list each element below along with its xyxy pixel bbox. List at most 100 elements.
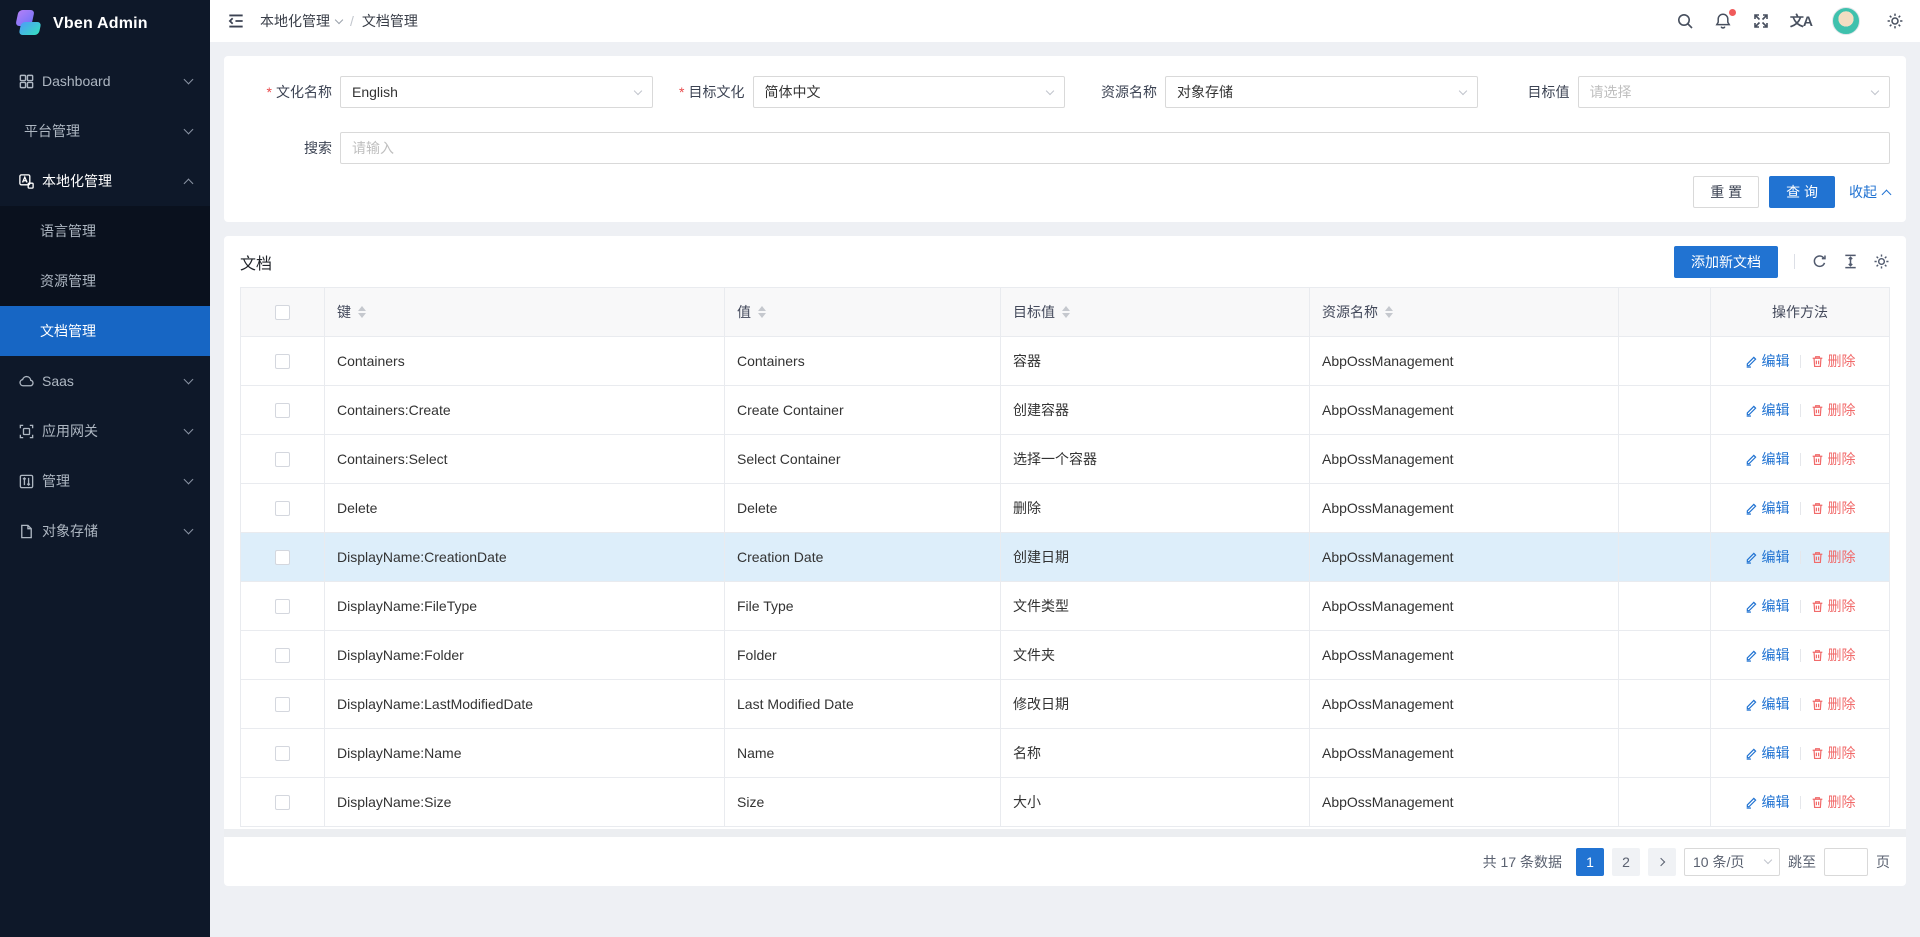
row-checkbox[interactable] bbox=[275, 354, 290, 369]
page-button-2[interactable]: 2 bbox=[1612, 848, 1640, 876]
query-button[interactable]: 查 询 bbox=[1769, 176, 1835, 208]
cell-key: DisplayName:CreationDate bbox=[325, 533, 725, 582]
row-height-icon[interactable] bbox=[1842, 253, 1859, 270]
select-all-checkbox[interactable] bbox=[275, 305, 290, 320]
collapse-filter-link[interactable]: 收起 bbox=[1849, 182, 1890, 202]
page-content: 文化名称 English 目标文化 简体中文 资源名称 bbox=[210, 42, 1920, 937]
horizontal-scrollbar[interactable] bbox=[224, 829, 1906, 837]
sidebar-item-dashboard[interactable]: Dashboard bbox=[0, 56, 210, 106]
resource-name-select[interactable]: 对象存储 bbox=[1165, 76, 1478, 108]
target-culture-select[interactable]: 简体中文 bbox=[753, 76, 1066, 108]
delete-button[interactable]: 删除 bbox=[1811, 792, 1856, 812]
column-header-target: 目标值 bbox=[1001, 288, 1310, 337]
refresh-icon[interactable] bbox=[1811, 253, 1828, 270]
sidebar-item-platform[interactable]: 平台管理 bbox=[0, 106, 210, 156]
cell-spacer bbox=[1619, 533, 1711, 582]
chevron-down-icon bbox=[184, 425, 194, 435]
action-divider bbox=[1800, 649, 1801, 662]
culture-name-select[interactable]: English bbox=[340, 76, 653, 108]
cell-target-value: 创建日期 bbox=[1001, 533, 1310, 582]
sort-icon[interactable] bbox=[758, 306, 766, 318]
column-header-key: 键 bbox=[325, 288, 725, 337]
sort-icon[interactable] bbox=[1385, 306, 1393, 318]
cell-spacer bbox=[1619, 337, 1711, 386]
delete-button[interactable]: 删除 bbox=[1811, 449, 1856, 469]
jump-to-page-input[interactable] bbox=[1824, 848, 1868, 876]
cell-actions: 编辑 删除 bbox=[1711, 582, 1890, 631]
delete-button[interactable]: 删除 bbox=[1811, 694, 1856, 714]
delete-button[interactable]: 删除 bbox=[1811, 547, 1856, 567]
cell-actions: 编辑 删除 bbox=[1711, 337, 1890, 386]
sort-icon[interactable] bbox=[1062, 306, 1070, 318]
edit-button[interactable]: 编辑 bbox=[1745, 743, 1790, 763]
edit-button[interactable]: 编辑 bbox=[1745, 694, 1790, 714]
edit-button[interactable]: 编辑 bbox=[1745, 498, 1790, 518]
cell-key: DisplayName:Size bbox=[325, 778, 725, 827]
delete-button[interactable]: 删除 bbox=[1811, 743, 1856, 763]
delete-button[interactable]: 删除 bbox=[1811, 351, 1856, 371]
row-checkbox[interactable] bbox=[275, 403, 290, 418]
cell-value: Creation Date bbox=[725, 533, 1001, 582]
notification-bell[interactable] bbox=[1714, 12, 1732, 30]
sidebar-item-language-management[interactable]: 语言管理 bbox=[0, 206, 210, 256]
search-icon[interactable] bbox=[1676, 12, 1694, 30]
next-page-button[interactable] bbox=[1648, 848, 1676, 876]
edit-button[interactable]: 编辑 bbox=[1745, 449, 1790, 469]
action-divider bbox=[1800, 796, 1801, 809]
pencil-icon bbox=[1745, 404, 1758, 417]
row-checkbox[interactable] bbox=[275, 452, 290, 467]
breadcrumb-parent[interactable]: 本地化管理 bbox=[260, 11, 342, 31]
row-checkbox[interactable] bbox=[275, 746, 290, 761]
cell-resource-name: AbpOssManagement bbox=[1310, 533, 1619, 582]
translate-icon[interactable]: 文A bbox=[1790, 11, 1812, 31]
row-checkbox[interactable] bbox=[275, 599, 290, 614]
cell-value: Create Container bbox=[725, 386, 1001, 435]
app-logo[interactable]: Vben Admin bbox=[0, 0, 210, 48]
column-settings-gear-icon[interactable] bbox=[1873, 253, 1890, 270]
row-checkbox[interactable] bbox=[275, 697, 290, 712]
sidebar-item-resource-management[interactable]: 资源管理 bbox=[0, 256, 210, 306]
sidebar-item-management[interactable]: 管理 bbox=[0, 456, 210, 506]
cell-resource-name: AbpOssManagement bbox=[1310, 778, 1619, 827]
user-avatar[interactable] bbox=[1832, 7, 1860, 35]
sidebar: Vben Admin Dashboard 平台管理 本地化管理 语言管理 资源管… bbox=[0, 0, 210, 937]
search-input[interactable] bbox=[340, 132, 1890, 164]
delete-button[interactable]: 删除 bbox=[1811, 498, 1856, 518]
delete-button[interactable]: 删除 bbox=[1811, 400, 1856, 420]
column-header-value: 值 bbox=[725, 288, 1001, 337]
page-size-select[interactable]: 10 条/页 bbox=[1684, 848, 1780, 876]
jump-to-label: 跳至 bbox=[1788, 852, 1816, 872]
trash-icon bbox=[1811, 796, 1824, 809]
add-document-button[interactable]: 添加新文档 bbox=[1674, 246, 1778, 278]
cell-target-value: 创建容器 bbox=[1001, 386, 1310, 435]
target-value-select[interactable]: 请选择 bbox=[1578, 76, 1891, 108]
sidebar-item-gateway[interactable]: 应用网关 bbox=[0, 406, 210, 456]
menu-fold-icon[interactable] bbox=[226, 11, 246, 31]
sidebar-item-localization[interactable]: 本地化管理 bbox=[0, 156, 210, 206]
total-count-text: 共 17 条数据 bbox=[1483, 852, 1562, 872]
row-checkbox[interactable] bbox=[275, 501, 290, 516]
row-checkbox[interactable] bbox=[275, 648, 290, 663]
delete-button[interactable]: 删除 bbox=[1811, 645, 1856, 665]
edit-button[interactable]: 编辑 bbox=[1745, 400, 1790, 420]
edit-button[interactable]: 编辑 bbox=[1745, 547, 1790, 567]
sort-icon[interactable] bbox=[358, 306, 366, 318]
row-checkbox[interactable] bbox=[275, 795, 290, 810]
delete-button[interactable]: 删除 bbox=[1811, 596, 1856, 616]
sidebar-item-document-management[interactable]: 文档管理 bbox=[0, 306, 210, 356]
edit-button[interactable]: 编辑 bbox=[1745, 792, 1790, 812]
reset-button[interactable]: 重 置 bbox=[1693, 176, 1759, 208]
file-icon bbox=[18, 523, 35, 540]
edit-button[interactable]: 编辑 bbox=[1745, 351, 1790, 371]
row-checkbox[interactable] bbox=[275, 550, 290, 565]
settings-gear-icon[interactable] bbox=[1886, 12, 1904, 30]
fullscreen-icon[interactable] bbox=[1752, 12, 1770, 30]
sidebar-item-object-storage[interactable]: 对象存储 bbox=[0, 506, 210, 556]
sidebar-item-saas[interactable]: Saas bbox=[0, 356, 210, 406]
edit-button[interactable]: 编辑 bbox=[1745, 645, 1790, 665]
edit-button[interactable]: 编辑 bbox=[1745, 596, 1790, 616]
cell-resource-name: AbpOssManagement bbox=[1310, 680, 1619, 729]
chevron-down-icon bbox=[184, 75, 194, 85]
trash-icon bbox=[1811, 698, 1824, 711]
page-button-1[interactable]: 1 bbox=[1576, 848, 1604, 876]
